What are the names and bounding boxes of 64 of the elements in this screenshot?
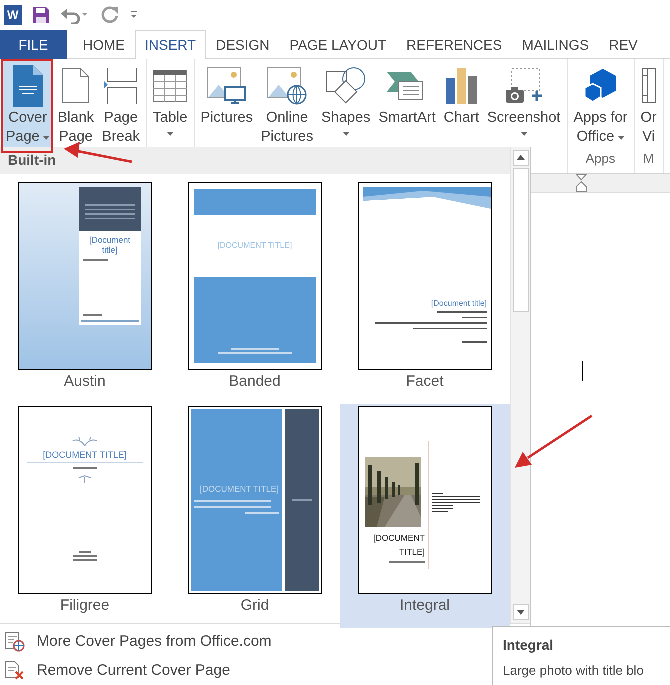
ribbon-button[interactable]: Chart: [440, 61, 482, 149]
page-icon: [62, 68, 90, 104]
document-title: [DOCUMENT TITLE]: [43, 450, 127, 460]
header-block: [79, 187, 141, 231]
indent-marker[interactable]: [576, 174, 587, 192]
ribbon-button[interactable]: Apps for Office: [570, 61, 631, 149]
scroll-up-icon[interactable]: [512, 150, 528, 166]
ribbon-tab[interactable]: REFERENCES: [396, 30, 512, 59]
scrollbar[interactable]: [510, 147, 530, 623]
document-title: [DOCUMENT TITLE]: [372, 532, 425, 559]
menu-item[interactable]: Remove Current Cover Page: [0, 656, 236, 685]
group-label: Apps: [584, 151, 617, 168]
ornament-drawing: [78, 475, 92, 483]
file-tab[interactable]: FILE: [0, 30, 67, 59]
ribbon-tab[interactable]: HOME: [73, 30, 135, 59]
gallery-item[interactable]: [Document title] Austin: [0, 180, 170, 404]
ribbon-button[interactable]: Page Break: [99, 61, 144, 149]
ribbon-tab[interactable]: PAGE LAYOUT: [280, 30, 397, 59]
ribbon-button[interactable]: Table: [150, 61, 191, 149]
ribbon-button[interactable]: Cover Page: [3, 61, 53, 149]
annotation-arrow: [64, 142, 132, 164]
bar-chart-icon: [446, 68, 478, 104]
tooltip-text: Large photo with title blo: [503, 663, 645, 678]
picture-icon: [206, 67, 247, 105]
ribbon-button[interactable]: Online Pictures: [258, 61, 316, 149]
menu-item[interactable]: More Cover Pages from Office.com: [0, 627, 278, 656]
document-globe-icon: [5, 632, 25, 652]
ribbon-tab[interactable]: DESIGN: [206, 30, 280, 59]
hexagon-icon: [584, 69, 617, 103]
document-title: [Document title]: [88, 234, 132, 257]
tooltip-title: Integral: [503, 637, 555, 653]
ribbon-tab[interactable]: MAILINGS: [512, 30, 600, 59]
film-icon: [642, 68, 656, 104]
section-header: Built-in: [0, 147, 510, 174]
gallery-item[interactable]: [DOCUMENT TITLE] Banded: [170, 180, 340, 404]
screenshot-icon: [506, 68, 542, 104]
group-label: M: [642, 151, 656, 168]
scroll-down-icon[interactable]: [512, 604, 528, 620]
gallery-item[interactable]: [DOCUMENT TITLE] Filigree: [0, 404, 170, 628]
redo-icon[interactable]: [100, 5, 120, 25]
online-picture-icon: [267, 67, 308, 105]
ornament-drawing: [72, 437, 98, 447]
ribbon-button[interactable]: Or Vi: [638, 61, 660, 149]
gallery-item[interactable]: [DOCUMENT TITLE] Integral: [340, 404, 510, 628]
ribbon-button[interactable]: Pictures: [198, 61, 256, 149]
customize-icon[interactable]: [130, 10, 138, 20]
page-break-icon: [104, 68, 138, 104]
ribbon-tab[interactable]: INSERT: [135, 30, 206, 59]
gallery-item[interactable]: [DOCUMENT TITLE] Grid: [170, 404, 340, 628]
word-logo: W: [4, 5, 22, 25]
scroll-thumb[interactable]: [512, 168, 528, 312]
ribbon-button[interactable]: Blank Page: [54, 61, 98, 149]
gallery-item[interactable]: [Document title] Facet: [340, 180, 510, 404]
page-icon: [12, 65, 43, 107]
ribbon-tab[interactable]: REV: [599, 30, 648, 59]
undo-icon[interactable]: [60, 6, 90, 24]
document-title: [Document title]: [430, 299, 487, 309]
shapes-icon: [326, 67, 366, 105]
document-title: [DOCUMENT TITLE]: [216, 241, 294, 251]
save-icon[interactable]: [32, 6, 50, 24]
document-title: [DOCUMENT TITLE]: [198, 484, 279, 494]
text-cursor: [582, 361, 583, 381]
document-delete-icon: [5, 660, 25, 680]
table-icon: [153, 70, 188, 102]
